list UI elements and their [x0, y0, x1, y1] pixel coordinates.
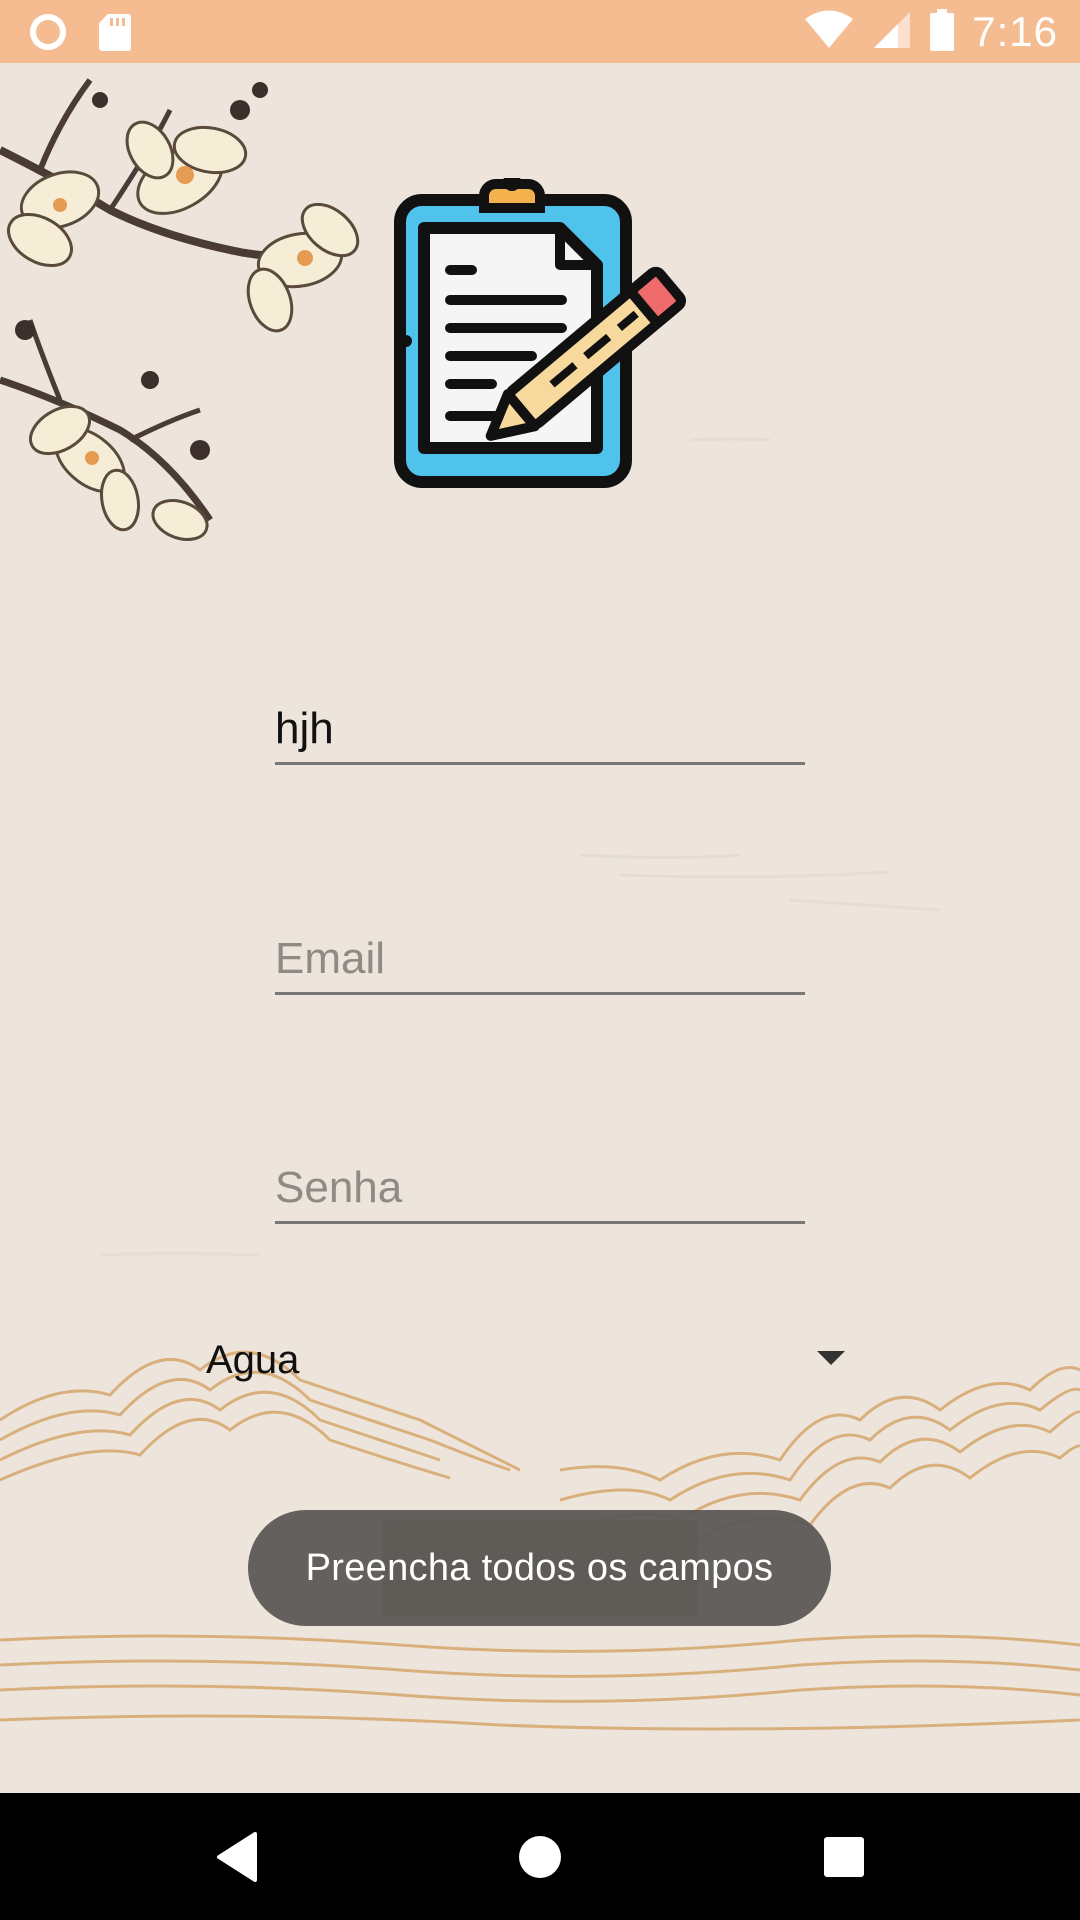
wifi-icon: [804, 10, 854, 55]
signal-icon: [872, 10, 912, 55]
toast-message: Preencha todos os campos: [305, 1546, 774, 1589]
recents-button[interactable]: [764, 1793, 924, 1920]
flower-branch-decoration: [0, 78, 360, 541]
password-field[interactable]: [275, 1144, 805, 1224]
status-bar: 7:16: [0, 0, 1080, 63]
home-icon: [519, 1835, 561, 1878]
clipboard-pencil-icon: [392, 173, 702, 498]
circle-notification-icon: [28, 12, 68, 57]
toast: Preencha todos os campos: [248, 1510, 831, 1626]
home-button[interactable]: [460, 1793, 620, 1920]
name-input[interactable]: [275, 704, 805, 754]
sd-card-icon: [98, 12, 132, 57]
back-button[interactable]: [157, 1793, 317, 1920]
password-input[interactable]: [275, 1163, 805, 1213]
spinner-selected-value: Agua: [206, 1337, 300, 1382]
battery-icon: [930, 8, 955, 56]
status-right-icons: 7:16: [804, 8, 1058, 56]
dropdown-arrow-icon[interactable]: [817, 1351, 845, 1365]
name-field[interactable]: [275, 685, 805, 765]
email-field[interactable]: [275, 915, 805, 995]
status-time: 7:16: [972, 8, 1058, 55]
status-left-icons: [28, 12, 132, 57]
screen: 7:16 hjh Email Agua Preencha todos os ca…: [0, 0, 1080, 1920]
email-input[interactable]: [275, 934, 805, 984]
navigation-bar: [0, 1793, 1080, 1920]
recents-icon: [824, 1836, 864, 1877]
back-icon: [217, 1831, 257, 1882]
category-spinner[interactable]: Agua: [200, 1325, 860, 1395]
